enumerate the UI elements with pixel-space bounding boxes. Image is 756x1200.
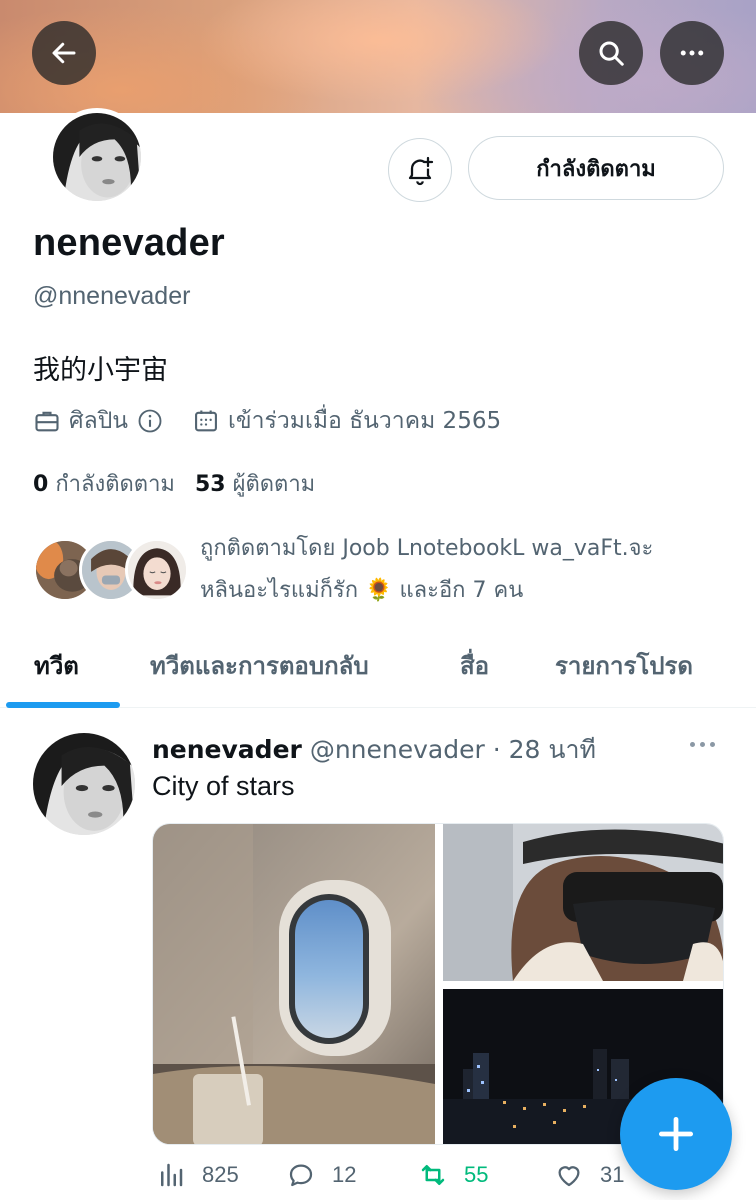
retweet-button[interactable]: 55	[418, 1160, 488, 1190]
followed-by-line1: ถูกติดตามโดย Joob LnotebookL wa_vaFt.จะ	[200, 536, 654, 561]
more-dot	[700, 741, 705, 747]
profile-bio: 我的小宇宙	[33, 355, 168, 386]
more-horizontal-icon	[680, 50, 704, 56]
reply-icon	[289, 1164, 313, 1187]
followed-by-avatars[interactable]	[33, 538, 189, 602]
views-count: 825	[202, 1162, 239, 1187]
tweet-header: nenevader @nnenevader · 28 นาที	[152, 730, 596, 770]
following-button[interactable]: กำลังติดตาม	[468, 136, 724, 200]
like-count: 31	[600, 1162, 625, 1187]
arrow-left-icon	[52, 42, 76, 64]
tweet-author-handle[interactable]: @nnenevader	[310, 735, 485, 764]
plus-icon	[658, 1116, 694, 1152]
retweet-count: 55	[464, 1162, 489, 1187]
more-dot	[710, 741, 715, 747]
back-button[interactable]	[32, 21, 96, 85]
tweet-separator: ·	[492, 735, 501, 764]
follower-avatar	[125, 538, 189, 602]
join-date: เข้าร่วมเมื่อ ธันวาคม 2565	[228, 408, 502, 434]
analytics-icon	[161, 1163, 183, 1187]
calendar-icon	[195, 410, 217, 432]
retweet-icon	[421, 1165, 445, 1185]
profile-category[interactable]: ศิลปิน	[69, 403, 128, 439]
profile-handle: @nnenevader	[33, 282, 191, 310]
followers-link[interactable]: 53 ผู้ติดตาม	[195, 466, 315, 501]
search-button[interactable]	[579, 21, 643, 85]
profile-meta: ศิลปิน เข้าร่วมเมื่อ ธันวาคม 2565	[33, 404, 501, 438]
tab-tweets-replies[interactable]: ทวีตและการตอบกลับ	[150, 646, 369, 685]
tab-likes[interactable]: รายการโปรด	[555, 646, 693, 685]
bell-plus-icon	[408, 156, 434, 186]
views-button[interactable]: 825	[156, 1160, 239, 1190]
reply-count: 12	[332, 1162, 357, 1187]
followers-count: 53	[194, 472, 226, 497]
notify-button[interactable]	[388, 138, 452, 202]
tweet-time[interactable]: 28 นาที	[509, 735, 596, 764]
followed-by-text[interactable]: ถูกติดตามโดย Joob LnotebookL wa_vaFt.จะ …	[200, 528, 740, 612]
profile-photo	[53, 113, 141, 201]
sunflower-emoji: 🌻	[365, 578, 393, 603]
search-icon	[599, 41, 624, 66]
compose-button[interactable]	[620, 1078, 732, 1190]
following-label: กำลังติดตาม	[55, 472, 175, 497]
tab-media[interactable]: สื่อ	[460, 646, 489, 685]
tweet-text: City of stars	[152, 771, 295, 801]
followed-by-line2b: และอีก 7 คน	[399, 578, 524, 603]
tweet-author-name[interactable]: nenevader	[152, 735, 302, 764]
like-button[interactable]: 31	[554, 1160, 624, 1190]
followers-label: ผู้ติดตาม	[232, 472, 316, 497]
following-link[interactable]: 0 กำลังติดตาม	[33, 466, 175, 501]
tweet-avatar-photo	[33, 733, 135, 835]
follow-counts: 0 กำลังติดตาม 53 ผู้ติดตาม	[33, 466, 315, 501]
reply-button[interactable]: 12	[286, 1160, 356, 1190]
display-name: nenevader	[33, 222, 225, 264]
tweet-photo-window[interactable]	[153, 824, 435, 1144]
tweet-more-button[interactable]	[690, 732, 724, 756]
profile-avatar[interactable]	[48, 108, 146, 206]
info-icon[interactable]	[136, 407, 164, 435]
tweet-photo-selfie[interactable]	[443, 824, 723, 981]
active-tab-indicator	[6, 702, 120, 708]
more-button[interactable]	[660, 21, 724, 85]
briefcase-icon	[35, 411, 59, 432]
tweet-avatar[interactable]	[33, 733, 135, 835]
tab-tweets[interactable]: ทวีต	[34, 646, 79, 685]
more-dot	[690, 741, 695, 747]
following-count: 0	[33, 472, 49, 497]
heart-icon	[558, 1166, 580, 1187]
profile-tabs: ทวีต ทวีตและการตอบกลับ สื่อ รายการโปรด	[0, 628, 756, 708]
followed-by-line2a: หลินอะไรแม่ก็รัก	[200, 578, 359, 603]
